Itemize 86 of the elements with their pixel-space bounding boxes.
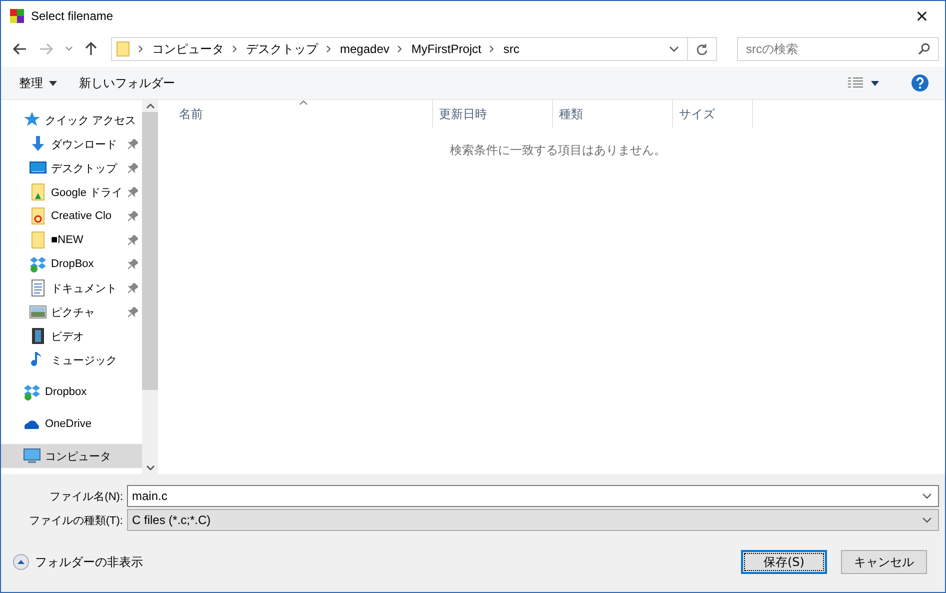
- sidebar-item[interactable]: コンピュータ: [1, 444, 142, 468]
- scrollbar[interactable]: [142, 100, 158, 474]
- sidebar-label: ■NEW: [51, 234, 84, 246]
- field-label: ファイルの種類(T):: [28, 514, 123, 528]
- details-view-icon: [847, 77, 865, 89]
- column-header[interactable]: 名前: [159, 100, 433, 128]
- empty-message: 検索条件に一致する項目はありません。: [449, 142, 666, 159]
- app-icon: [9, 8, 25, 24]
- breadcrumb-item[interactable]: コンピュータ: [152, 40, 224, 58]
- picture-icon: [29, 303, 47, 321]
- scroll-up-icon[interactable]: [146, 103, 154, 109]
- column-header[interactable]: サイズ: [673, 100, 753, 128]
- column-header[interactable]: 種類: [553, 100, 673, 128]
- sidebar-label: コンピュータ: [45, 450, 111, 464]
- sidebar-item[interactable]: ダウンロード: [1, 132, 142, 156]
- breadcrumb-item[interactable]: デスクトップ: [246, 40, 318, 58]
- sidebar-label: デスクトップ: [51, 162, 117, 176]
- folder-icon: [29, 183, 47, 201]
- breadcrumb-item[interactable]: MyFirstProjct: [411, 42, 482, 56]
- sidebar-item[interactable]: DropBox: [1, 252, 142, 276]
- organize-button[interactable]: 整理: [11, 70, 65, 96]
- chevron-right-icon: [138, 45, 144, 53]
- sidebar-item[interactable]: ピクチャ: [1, 300, 142, 324]
- back-arrow-icon[interactable]: [13, 43, 27, 55]
- folder-icon: [29, 207, 47, 225]
- caret-down-icon: [871, 80, 879, 86]
- filename-field[interactable]: main.c: [127, 485, 939, 507]
- sidebar-item[interactable]: デスクトップ: [1, 156, 142, 180]
- chevron-right-icon: [232, 45, 238, 53]
- sidebar-label: Google ドライ: [51, 186, 123, 200]
- dialog-button[interactable]: キャンセル: [841, 550, 927, 574]
- sidebar-item[interactable]: OneDrive: [1, 412, 142, 436]
- sidebar-item[interactable]: Google ドライ: [1, 180, 142, 204]
- field-label: ファイル名(N):: [48, 490, 123, 504]
- sidebar-label: DropBox: [51, 258, 94, 270]
- download-arrow-icon: [29, 135, 47, 153]
- dropbox-icon: [29, 255, 47, 273]
- chevron-right-icon: [397, 45, 404, 53]
- sidebar-label: OneDrive: [45, 418, 92, 430]
- folder-icon: [29, 231, 47, 249]
- chevron-down-icon[interactable]: [669, 46, 679, 52]
- breadcrumb-item[interactable]: src: [503, 42, 520, 56]
- sidebar-item[interactable]: ミュージック: [1, 348, 142, 372]
- film-icon: [29, 327, 47, 345]
- sidebar-label: ドキュメント: [51, 282, 117, 296]
- dialog-button[interactable]: 保存(S): [741, 550, 827, 574]
- sidebar-item[interactable]: Creative Clo: [1, 204, 142, 228]
- chevron-right-icon: [326, 45, 332, 53]
- help-icon[interactable]: [911, 74, 929, 92]
- sidebar-label: Dropbox: [45, 386, 87, 398]
- star-icon: [23, 111, 41, 129]
- refresh-icon[interactable]: [696, 42, 708, 56]
- caret-down-icon: [49, 80, 57, 86]
- sidebar-item[interactable]: クイック アクセス: [1, 108, 142, 132]
- sidebar-item[interactable]: ビデオ: [1, 324, 142, 348]
- search-icon: [918, 43, 930, 55]
- sidebar-item[interactable]: ドキュメント: [1, 276, 142, 300]
- breadcrumb-item[interactable]: megadev: [340, 42, 390, 56]
- sidebar-item[interactable]: ■NEW: [1, 228, 142, 252]
- search-field[interactable]: srcの検索: [737, 37, 939, 61]
- computer-icon: [23, 447, 41, 465]
- file-type-dropdown[interactable]: C files (*.c;*.C): [127, 509, 939, 531]
- sort-caret-icon: [299, 100, 308, 105]
- document-icon: [29, 279, 47, 297]
- scroll-down-icon[interactable]: [146, 465, 154, 471]
- up-arrow-icon[interactable]: [85, 42, 97, 56]
- chevron-down-icon[interactable]: [922, 493, 932, 499]
- column-header[interactable]: 更新日時: [433, 100, 553, 128]
- sidebar-item[interactable]: Dropbox: [1, 380, 142, 404]
- folder-icon: [116, 41, 130, 57]
- chevron-down-icon: [922, 517, 932, 523]
- sidebar-label: クイック アクセス: [45, 114, 136, 128]
- address-bar[interactable]: コンピュータ デスクトップ megadev MyFirstProjct src: [111, 37, 717, 61]
- new-folder-button[interactable]: 新しいフォルダー: [71, 70, 183, 96]
- sidebar-label: Creative Clo: [51, 210, 112, 222]
- collapse-up-icon: [13, 554, 29, 570]
- sidebar-label: ビデオ: [51, 330, 84, 344]
- sidebar-label: ダウンロード: [51, 138, 117, 152]
- dropbox-icon: [23, 383, 41, 401]
- hide-folders-button[interactable]: フォルダーの非表示: [11, 554, 143, 570]
- chevron-right-icon: [489, 45, 496, 53]
- sidebar-label: ミュージック: [51, 354, 117, 368]
- window-title: Select filename: [31, 9, 114, 23]
- close-button[interactable]: ✕: [899, 1, 945, 31]
- chevron-down-icon[interactable]: [65, 46, 73, 52]
- sidebar-label: ピクチャ: [51, 306, 95, 320]
